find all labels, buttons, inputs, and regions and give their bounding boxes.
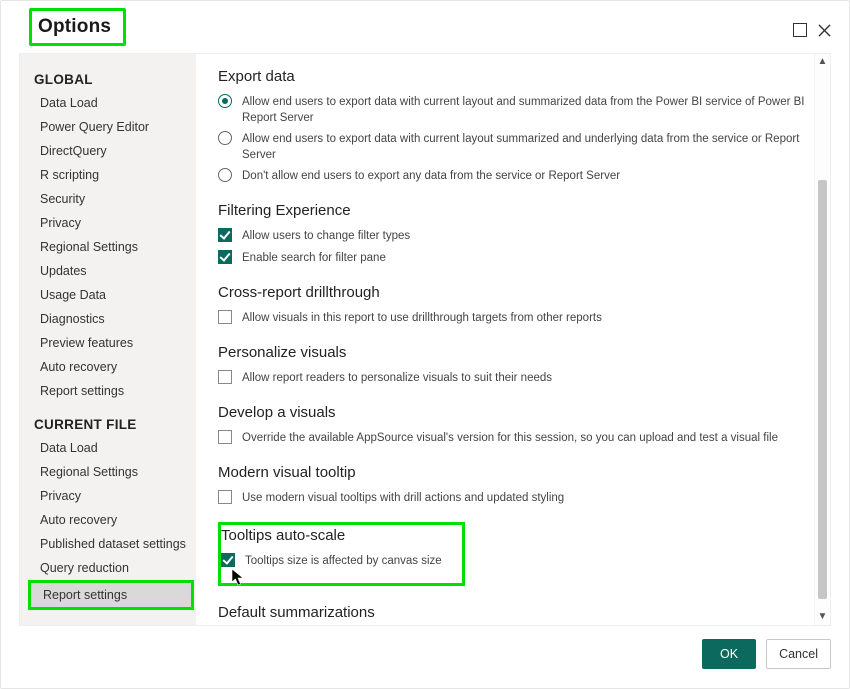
dialog-title: Options [38, 16, 111, 38]
sidebar-item-cf-published-dataset-settings[interactable]: Published dataset settings [20, 532, 196, 556]
sidebar-item-privacy[interactable]: Privacy [20, 211, 196, 235]
sidebar-item-cf-query-reduction[interactable]: Query reduction [20, 556, 196, 580]
section-title-tooltips-autoscale: Tooltips auto-scale [221, 527, 442, 544]
sidebar-item-cf-privacy[interactable]: Privacy [20, 484, 196, 508]
checkbox-label: Override the available AppSource visual'… [242, 429, 778, 446]
radio-export-underlying[interactable] [218, 131, 232, 145]
options-dialog: Options GLOBAL Data Load Power Query Edi… [0, 0, 850, 689]
scroll-thumb[interactable] [818, 180, 827, 599]
sidebar-item-usage-data[interactable]: Usage Data [20, 283, 196, 307]
radio-label: Allow end users to export data with curr… [242, 93, 806, 126]
checkbox-tooltips-autoscale[interactable] [221, 553, 235, 567]
checkbox-label: Allow users to change filter types [242, 227, 410, 244]
sidebar: GLOBAL Data Load Power Query Editor Dire… [20, 54, 196, 625]
scroll-up-icon[interactable]: ▲ [818, 54, 828, 70]
title-highlight: Options [29, 8, 126, 46]
sidebar-item-diagnostics[interactable]: Diagnostics [20, 307, 196, 331]
maximize-icon[interactable] [793, 23, 807, 37]
sidebar-highlight: Report settings [28, 580, 194, 610]
scroll-down-icon[interactable]: ▼ [818, 609, 828, 625]
checkbox-label: Tooltips size is affected by canvas size [245, 552, 442, 569]
checkbox-personalize-visuals[interactable] [218, 370, 232, 384]
section-title-cross-report: Cross-report drillthrough [218, 284, 806, 301]
checkbox-label: Allow visuals in this report to use dril… [242, 309, 602, 326]
checkbox-label: Allow report readers to personalize visu… [242, 369, 552, 386]
radio-label: Allow end users to export data with curr… [242, 130, 806, 163]
sidebar-item-report-settings-global[interactable]: Report settings [20, 379, 196, 403]
dialog-footer: OK Cancel [19, 634, 831, 674]
checkbox-enable-search-filter-pane[interactable] [218, 250, 232, 264]
cursor-icon [231, 568, 247, 591]
sidebar-item-power-query-editor[interactable]: Power Query Editor [20, 115, 196, 139]
sidebar-item-auto-recovery[interactable]: Auto recovery [20, 355, 196, 379]
section-title-filtering: Filtering Experience [218, 202, 806, 219]
radio-label: Don't allow end users to export any data… [242, 167, 620, 184]
section-title-personalize: Personalize visuals [218, 344, 806, 361]
sidebar-item-r-scripting[interactable]: R scripting [20, 163, 196, 187]
sidebar-item-security[interactable]: Security [20, 187, 196, 211]
section-title-develop: Develop a visuals [218, 404, 806, 421]
scrollbar[interactable]: ▲ ▼ [814, 54, 830, 625]
sidebar-header-global: GLOBAL [20, 58, 196, 91]
checkbox-label: Use modern visual tooltips with drill ac… [242, 489, 564, 506]
sidebar-item-cf-report-settings[interactable]: Report settings [31, 583, 191, 607]
checkbox-change-filter-types[interactable] [218, 228, 232, 242]
sidebar-item-preview-features[interactable]: Preview features [20, 331, 196, 355]
section-title-default-summarizations: Default summarizations [218, 604, 806, 621]
content-pane: Export data Allow end users to export da… [196, 54, 814, 625]
checkbox-develop-visuals[interactable] [218, 430, 232, 444]
sidebar-item-cf-data-load[interactable]: Data Load [20, 436, 196, 460]
checkbox-label: Enable search for filter pane [242, 249, 386, 266]
sidebar-item-cf-auto-recovery[interactable]: Auto recovery [20, 508, 196, 532]
section-title-modern-tooltip: Modern visual tooltip [218, 464, 806, 481]
radio-export-none[interactable] [218, 168, 232, 182]
radio-export-summarized[interactable] [218, 94, 232, 108]
checkbox-modern-tooltip[interactable] [218, 490, 232, 504]
ok-button[interactable]: OK [702, 639, 756, 669]
sidebar-header-current-file: CURRENT FILE [20, 403, 196, 436]
sidebar-item-data-load[interactable]: Data Load [20, 91, 196, 115]
sidebar-item-regional-settings[interactable]: Regional Settings [20, 235, 196, 259]
sidebar-item-updates[interactable]: Updates [20, 259, 196, 283]
cancel-button[interactable]: Cancel [766, 639, 831, 669]
titlebar: Options [1, 1, 849, 53]
close-icon[interactable] [817, 23, 831, 37]
tooltips-autoscale-highlight: Tooltips auto-scale Tooltips size is aff… [218, 522, 465, 586]
section-title-export-data: Export data [218, 68, 806, 85]
checkbox-cross-report-drillthrough[interactable] [218, 310, 232, 324]
sidebar-item-directquery[interactable]: DirectQuery [20, 139, 196, 163]
sidebar-item-cf-regional-settings[interactable]: Regional Settings [20, 460, 196, 484]
